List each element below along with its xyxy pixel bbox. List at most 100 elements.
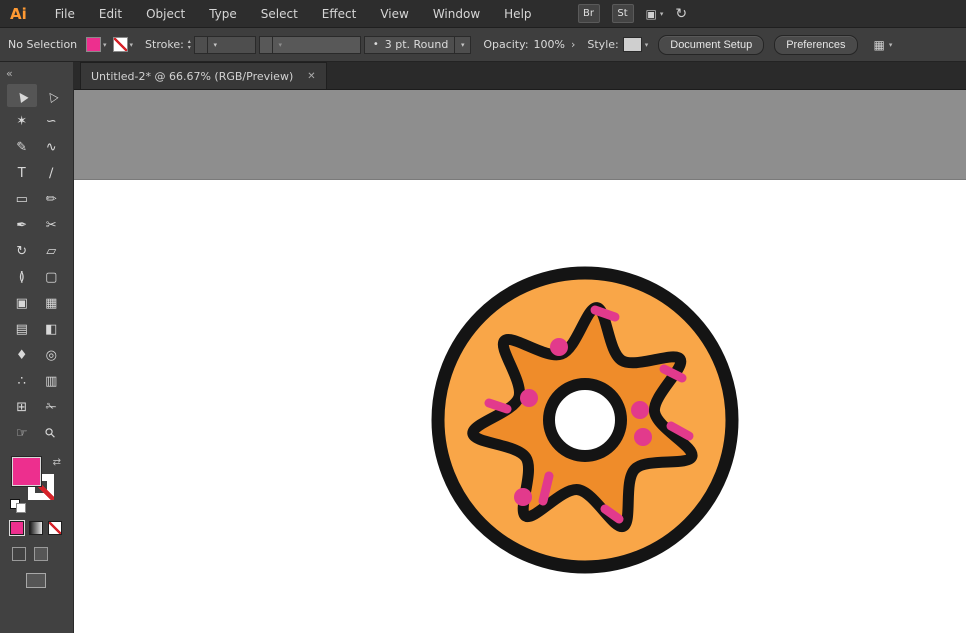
chevron-down-icon: ▾ (103, 41, 107, 49)
sprinkle-dot[interactable] (631, 401, 649, 419)
scale-tool-icon: ▱ (46, 245, 56, 258)
magic-wand-tool[interactable]: ✶ (7, 110, 37, 133)
artboard-tool[interactable]: ⊞ (7, 396, 37, 419)
symbol-sprayer-tool[interactable]: ∴ (7, 370, 37, 393)
style-swatch[interactable] (623, 37, 642, 52)
zoom-tool[interactable]: ⚲ (37, 422, 67, 445)
rotate-tool[interactable]: ↻ (7, 240, 37, 263)
panel-collapse-button[interactable]: « (0, 62, 73, 82)
stroke-weight-stepper[interactable]: ▴ ▾ (188, 39, 191, 51)
blend-tool[interactable]: ◎ (37, 344, 67, 367)
bridge-button[interactable]: Br (578, 4, 600, 23)
paintbrush-tool[interactable]: ✏ (37, 188, 67, 211)
scissors-tool[interactable]: ✂ (37, 214, 67, 237)
free-transform-tool[interactable]: ▢ (37, 266, 67, 289)
pen-tool[interactable]: ✎ (7, 136, 37, 159)
stroke-weight-dropdown[interactable]: ▾ (194, 36, 256, 54)
sync-icon[interactable]: ↻ (675, 6, 687, 22)
sprinkle-dot[interactable] (634, 428, 652, 446)
color-button[interactable] (10, 521, 24, 535)
document-tab-bar: Untitled-2* @ 66.67% (RGB/Preview) ✕ (74, 62, 966, 90)
chevron-down-icon[interactable]: ▾ (645, 41, 649, 49)
column-graph-tool[interactable]: ▥ (37, 370, 67, 393)
direct-selection-tool[interactable]: △ (37, 84, 67, 107)
menu-edit[interactable]: Edit (87, 7, 134, 21)
lasso-tool[interactable]: ∽ (37, 110, 67, 133)
close-icon[interactable]: ✕ (307, 71, 315, 82)
gradient-button[interactable] (29, 521, 43, 535)
control-bar: No Selection ▾ ▾ Stroke: ▴ ▾ ▾ ▾ • 3 pt.… (0, 28, 966, 62)
stock-button[interactable]: St (612, 4, 634, 23)
workspace-switcher[interactable]: ▣ ▾ (646, 7, 664, 21)
width-tool[interactable]: ≬ (7, 266, 37, 289)
brush-definition-dropdown[interactable]: • 3 pt. Round ▾ (364, 36, 472, 54)
menu-help[interactable]: Help (492, 7, 543, 21)
mesh-tool[interactable]: ▤ (7, 318, 37, 341)
stroke-color-control[interactable]: ▾ (113, 37, 134, 52)
rectangle-tool[interactable]: ▭ (7, 188, 37, 211)
preferences-button[interactable]: Preferences (774, 35, 857, 55)
shaper-tool[interactable]: ✒ (7, 214, 37, 237)
rotate-tool-icon: ↻ (16, 245, 27, 258)
type-tool[interactable]: T (7, 162, 37, 185)
curvature-tool[interactable]: ∿ (37, 136, 67, 159)
control-panel-menu[interactable]: ▦ ▾ (874, 38, 893, 52)
stepper-down-icon[interactable]: ▾ (188, 45, 191, 51)
canvas-pasteboard[interactable] (74, 90, 966, 633)
menu-effect[interactable]: Effect (310, 7, 369, 21)
sprinkle-dot[interactable] (520, 389, 538, 407)
draw-normal-icon[interactable] (12, 547, 26, 561)
document-setup-button[interactable]: Document Setup (658, 35, 764, 55)
menu-window[interactable]: Window (421, 7, 492, 21)
fill-color-control[interactable]: ▾ (86, 37, 107, 52)
chevron-down-icon[interactable]: ▾ (272, 37, 288, 53)
gradient-tool[interactable]: ◧ (37, 318, 67, 341)
chevron-down-icon: ▾ (130, 41, 134, 49)
sprinkle-dot[interactable] (550, 338, 568, 356)
scale-tool[interactable]: ▱ (37, 240, 67, 263)
perspective-grid-tool[interactable]: ▦ (37, 292, 67, 315)
symbol-sprayer-tool-icon: ∴ (18, 375, 26, 388)
menu-file[interactable]: File (43, 7, 87, 21)
eyedropper-tool[interactable]: ♦ (7, 344, 37, 367)
magic-wand-tool-icon: ✶ (16, 115, 27, 128)
sprinkle-dash[interactable] (543, 476, 549, 501)
menu-type[interactable]: Type (197, 7, 249, 21)
draw-behind-icon[interactable] (34, 547, 48, 561)
fill-indicator[interactable] (12, 457, 41, 486)
selection-tool[interactable]: ▲ (7, 84, 37, 107)
line-segment-tool[interactable]: ∕ (37, 162, 67, 185)
slice-tool[interactable]: ✁ (37, 396, 67, 419)
donut-artwork[interactable] (74, 90, 966, 633)
shaper-tool-icon: ✒ (16, 219, 27, 232)
variable-width-profile-dropdown[interactable]: ▾ (259, 36, 361, 54)
donut-hole[interactable] (549, 384, 621, 456)
screen-mode-button[interactable] (26, 573, 46, 588)
scissors-tool-icon: ✂ (46, 219, 57, 232)
shape-builder-tool[interactable]: ▣ (7, 292, 37, 315)
hand-tool[interactable]: ☞ (7, 422, 37, 445)
menu-select[interactable]: Select (249, 7, 310, 21)
menu-object[interactable]: Object (134, 7, 197, 21)
swap-fill-stroke-icon[interactable]: ⇄ (53, 457, 61, 468)
stroke-color-swatch[interactable] (113, 37, 128, 52)
width-tool-icon: ≬ (19, 271, 25, 284)
menu-view[interactable]: View (368, 7, 420, 21)
workspace-icon: ▣ (646, 7, 657, 21)
free-transform-tool-icon: ▢ (45, 271, 57, 284)
curvature-tool-icon: ∿ (46, 141, 57, 154)
opacity-panel-arrow-icon[interactable]: › (571, 38, 575, 51)
fill-color-swatch[interactable] (86, 37, 101, 52)
chevron-down-icon[interactable]: ▾ (207, 37, 223, 53)
none-button[interactable] (48, 521, 62, 535)
menubar-right-icons: Br St ▣ ▾ ↻ (578, 4, 688, 23)
gradient-tool-icon: ◧ (45, 323, 57, 336)
sprinkle-dash[interactable] (489, 403, 507, 409)
default-fill-stroke-icon[interactable] (10, 499, 26, 513)
chevron-down-icon[interactable]: ▾ (454, 37, 470, 53)
chevron-down-icon: ▾ (889, 41, 893, 49)
opacity-value[interactable]: 100% (534, 38, 565, 51)
sprinkle-dot[interactable] (514, 488, 532, 506)
document-tab[interactable]: Untitled-2* @ 66.67% (RGB/Preview) ✕ (80, 62, 327, 89)
stroke-label: Stroke: (145, 38, 184, 51)
